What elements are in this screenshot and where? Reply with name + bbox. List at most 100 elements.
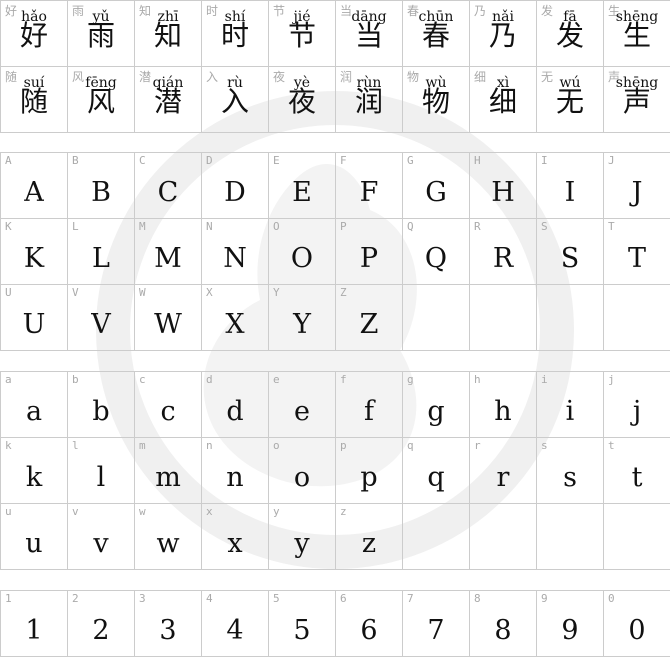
glyph: 发 bbox=[555, 19, 584, 52]
glyph: v bbox=[93, 528, 109, 559]
glyph-cell: DD bbox=[202, 153, 269, 219]
glyph-cell: 11 bbox=[1, 591, 68, 657]
glyph: h bbox=[494, 396, 512, 427]
glyph: p bbox=[360, 462, 378, 493]
glyph-cell: OO bbox=[269, 219, 336, 285]
glyph-label: T bbox=[608, 220, 615, 233]
glyph: H bbox=[491, 177, 515, 208]
glyph: j bbox=[632, 396, 642, 427]
glyph-cell: 润 rùn 润 bbox=[336, 67, 403, 133]
glyph: 知 bbox=[153, 19, 182, 52]
glyph-label: g bbox=[407, 373, 414, 386]
glyph-label: L bbox=[72, 220, 79, 233]
glyph-label: f bbox=[340, 373, 347, 386]
glyph-label: h bbox=[474, 373, 481, 386]
glyph: N bbox=[223, 243, 247, 274]
glyph-cell: 99 bbox=[537, 591, 604, 657]
glyph: 雨 bbox=[86, 19, 115, 52]
glyph: 入 bbox=[220, 85, 249, 118]
glyph-cell: BB bbox=[68, 153, 135, 219]
glyph: 8 bbox=[494, 615, 512, 646]
glyph: 7 bbox=[427, 615, 445, 646]
glyph-cell: ss bbox=[537, 438, 604, 504]
glyph-label: c bbox=[139, 373, 146, 386]
glyph-cell bbox=[403, 504, 470, 570]
glyph-label: s bbox=[541, 439, 548, 452]
glyph-label: r bbox=[474, 439, 481, 452]
glyph-cell: YY bbox=[269, 285, 336, 351]
glyph-cell: HH bbox=[470, 153, 537, 219]
glyph: P bbox=[359, 243, 379, 274]
glyph: c bbox=[160, 396, 176, 427]
glyph-cell: 细 xì 细 bbox=[470, 67, 537, 133]
glyph: 0 bbox=[628, 615, 646, 646]
glyph-cell: uu bbox=[1, 504, 68, 570]
glyph-cell: 夜 yè 夜 bbox=[269, 67, 336, 133]
glyph: a bbox=[25, 396, 43, 427]
glyph-label: K bbox=[5, 220, 12, 233]
glyph: b bbox=[92, 396, 110, 427]
glyph-cell: 雨 yǔ 雨 bbox=[68, 1, 135, 67]
glyph: 2 bbox=[92, 615, 110, 646]
glyph: 乃 bbox=[488, 19, 517, 52]
glyph-cell: pp bbox=[336, 438, 403, 504]
glyph-label: l bbox=[72, 439, 79, 452]
glyph: Y bbox=[293, 309, 311, 340]
glyph: z bbox=[361, 528, 377, 559]
glyph-cell: QQ bbox=[403, 219, 470, 285]
glyph-label: U bbox=[5, 286, 12, 299]
glyph-label: A bbox=[5, 154, 12, 167]
glyph: 随 bbox=[19, 85, 48, 118]
glyph-cell: SS bbox=[537, 219, 604, 285]
glyph: e bbox=[294, 396, 310, 427]
glyph-cell: 77 bbox=[403, 591, 470, 657]
glyph-cell bbox=[537, 285, 604, 351]
glyph-label: F bbox=[340, 154, 347, 167]
glyph: 时 bbox=[220, 19, 249, 52]
glyph-label: D bbox=[206, 154, 213, 167]
glyph: Q bbox=[424, 243, 448, 274]
glyph-label: d bbox=[206, 373, 213, 386]
glyph: q bbox=[427, 462, 445, 493]
glyph-label: X bbox=[206, 286, 213, 299]
glyph-cell: ll bbox=[68, 438, 135, 504]
glyph: l bbox=[96, 462, 106, 493]
glyph-cell: rr bbox=[470, 438, 537, 504]
glyph: K bbox=[23, 243, 45, 274]
glyph: 春 bbox=[421, 19, 450, 52]
glyph-cell bbox=[537, 504, 604, 570]
glyph-cell: 44 bbox=[202, 591, 269, 657]
glyph: Z bbox=[359, 309, 379, 340]
glyph: A bbox=[24, 177, 44, 208]
glyph-cell: 知 zhī 知 bbox=[135, 1, 202, 67]
glyph-label: Q bbox=[407, 220, 414, 233]
glyph-cell: aa bbox=[1, 372, 68, 438]
glyph-cell: JJ bbox=[604, 153, 670, 219]
glyph-label: 0 bbox=[608, 592, 615, 605]
glyph: C bbox=[157, 177, 179, 208]
glyph: 当 bbox=[354, 19, 383, 52]
glyph-label: B bbox=[72, 154, 79, 167]
glyph-cell: 春 chūn 春 bbox=[403, 1, 470, 67]
glyph: k bbox=[25, 462, 43, 493]
glyph-label: 6 bbox=[340, 592, 347, 605]
glyph: S bbox=[560, 243, 580, 274]
glyph-label: 9 bbox=[541, 592, 548, 605]
glyph-label: m bbox=[139, 439, 146, 452]
glyph: x bbox=[227, 528, 243, 559]
glyph-cell: PP bbox=[336, 219, 403, 285]
glyph: D bbox=[224, 177, 246, 208]
glyph-cell: 生 shēng 生 bbox=[604, 1, 670, 67]
glyph-cell: TT bbox=[604, 219, 670, 285]
glyph-label: q bbox=[407, 439, 414, 452]
glyph: E bbox=[292, 177, 312, 208]
glyph: B bbox=[91, 177, 111, 208]
glyph-cell: KK bbox=[1, 219, 68, 285]
glyph: m bbox=[155, 462, 181, 493]
glyph-label: 4 bbox=[206, 592, 213, 605]
glyph-label: 2 bbox=[72, 592, 79, 605]
glyph: s bbox=[563, 462, 577, 493]
glyph: y bbox=[294, 528, 310, 559]
glyph-cell: NN bbox=[202, 219, 269, 285]
glyph: 物 bbox=[421, 85, 450, 118]
